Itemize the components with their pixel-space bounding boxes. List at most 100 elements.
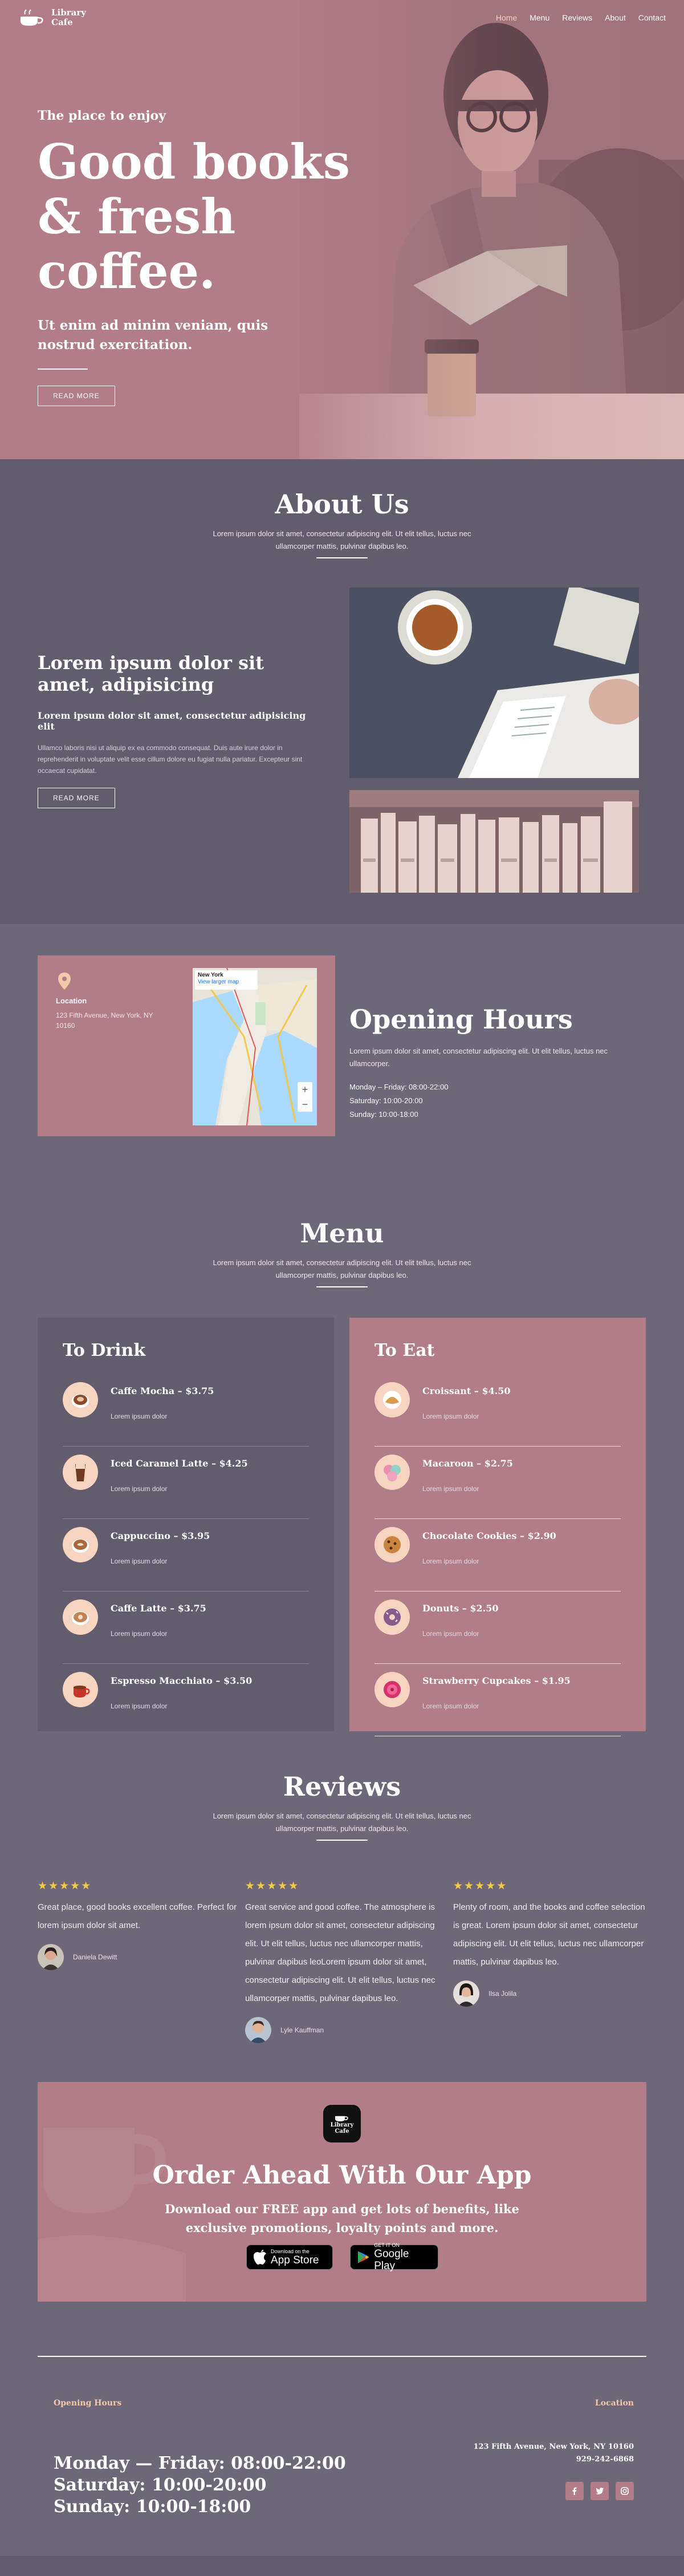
about-header: About Us Lorem ipsum dolor sit amet, con…: [0, 489, 684, 558]
zoom-out-icon[interactable]: −: [298, 1097, 312, 1112]
hero-subtitle: Ut enim ad minim veniam, quis nostrud ex…: [38, 318, 268, 353]
menu-item[interactable]: Espresso Macchiato – $3.50 Lorem ipsum do…: [63, 1664, 309, 1736]
menu-description: Lorem ipsum dolor sit amet, consectetur …: [213, 1258, 471, 1279]
review-card: ★★★★★ Plenty of room, and the books and …: [453, 1880, 653, 2007]
google-play-big: Google Play: [374, 2248, 409, 2272]
menu-item[interactable]: Croissant – $4.50 Lorem ipsum dolor: [374, 1374, 621, 1447]
reviewer-name: Ilsa Jolila: [488, 1990, 517, 1998]
about-read-more-button[interactable]: Read More: [38, 788, 115, 808]
decorative-cup-graphic: [38, 2128, 186, 2302]
item-desc: Lorem ipsum dolor: [111, 1557, 168, 1565]
hours-section: Location 123 Fifth Avenue, New York, NY …: [0, 924, 684, 1201]
reviews-title: Reviews: [283, 1771, 401, 1802]
latte-icon: [63, 1599, 98, 1635]
menu-item[interactable]: Cappuccino – $3.95 Lorem ipsum dolor: [63, 1519, 309, 1591]
nav-home[interactable]: Home: [496, 13, 517, 22]
footer: Opening Hours Monday — Friday: 08:00-22:…: [0, 2381, 684, 2556]
donut-icon: [374, 1599, 410, 1635]
google-play-button[interactable]: GET IT ON Google Play: [350, 2242, 438, 2272]
map-zoom-controls: + −: [298, 1082, 312, 1112]
footer-hours-weekday: Monday — Friday: 08:00-22:00: [54, 2453, 346, 2473]
app-title: Order Ahead With Our App: [152, 2161, 532, 2190]
reviewer: Ilsa Jolila: [453, 1980, 653, 2007]
hero-read-more-button[interactable]: Read More: [38, 386, 115, 406]
app-badge-line1: Library: [330, 2122, 354, 2128]
avatar: [38, 1944, 64, 1970]
nav-contact[interactable]: Contact: [638, 13, 666, 22]
bookshelf-photo: [349, 790, 639, 893]
food-title: To Eat: [374, 1340, 435, 1360]
facebook-icon[interactable]: [565, 2482, 584, 2500]
map-pin-icon: [58, 973, 71, 990]
reviews-description: Lorem ipsum dolor sit amet, consectetur …: [213, 1812, 471, 1833]
item-name: Caffe Latte – $3.75: [111, 1603, 206, 1614]
menu-item[interactable]: Chocolate Cookies – $2.90 Lorem ipsum dol…: [374, 1519, 621, 1591]
menu-item[interactable]: Strawberry Cupcakes – $1.95 Lorem ipsum d…: [374, 1664, 621, 1736]
app-section: Library Cafe Order Ahead With Our App Do…: [0, 2082, 684, 2381]
hero-section: Library Cafe Home Menu Reviews About Con…: [0, 0, 684, 459]
nav-menu[interactable]: Menu: [530, 13, 549, 22]
cupcake-icon: [374, 1672, 410, 1707]
hero-kicker: The place to enjoy: [38, 108, 166, 123]
nav-reviews[interactable]: Reviews: [562, 13, 592, 22]
instagram-icon[interactable]: [616, 2482, 634, 2500]
zoom-in-icon[interactable]: +: [298, 1082, 312, 1097]
hours-text-block: Opening Hours Lorem ipsum dolor sit amet…: [349, 1004, 623, 1121]
item-desc: Lorem ipsum dolor: [111, 1702, 168, 1710]
iced-latte-icon: [63, 1455, 98, 1490]
hours-saturday: Saturday: 10:00-20:00: [349, 1096, 423, 1105]
reviews-divider: [316, 1840, 368, 1841]
cappuccino-icon: [63, 1527, 98, 1562]
footer-divider: [38, 2356, 646, 2357]
about-title: About Us: [275, 489, 409, 520]
item-name: Caffe Mocha – $3.75: [111, 1386, 214, 1396]
app-store-button[interactable]: Download on the App Store: [246, 2245, 333, 2270]
app-badge-line2: Cafe: [335, 2128, 349, 2134]
brand-line2: Cafe: [51, 17, 73, 27]
footer-phone: 929-242-6868: [576, 2455, 634, 2464]
menu-item[interactable]: Iced Caramel Latte – $4.25 Lorem ipsum do…: [63, 1447, 309, 1519]
app-badge-text: Library Cafe: [331, 2122, 354, 2134]
item-desc: Lorem ipsum dolor: [422, 1412, 479, 1420]
nav-about[interactable]: About: [605, 13, 626, 22]
about-subheading: Lorem ipsum dolor sit amet, consectetur …: [38, 710, 306, 732]
menu-item[interactable]: Caffe Latte – $3.75 Lorem ipsum dolor: [63, 1591, 309, 1664]
espresso-icon: [63, 1672, 98, 1707]
avatar: [245, 2017, 271, 2043]
brand-name: Library Cafe: [51, 8, 86, 27]
menu-divider: [316, 1286, 368, 1287]
review-text: Great place, good books excellent coffee…: [38, 1902, 237, 1930]
menu-item[interactable]: Donuts – $2.50 Lorem ipsum dolor: [374, 1591, 621, 1664]
about-divider: [316, 557, 368, 558]
menu-item[interactable]: Caffe Mocha – $3.75 Lorem ipsum dolor: [63, 1374, 309, 1447]
footer-hours: Monday — Friday: 08:00-22:00 Saturday: 1…: [54, 2453, 346, 2518]
google-play-icon: [357, 2251, 369, 2263]
menu-section: Menu Lorem ipsum dolor sit amet, consect…: [0, 1201, 684, 1771]
map-place-name: New York: [198, 972, 223, 978]
review-card: ★★★★★ Great service and good coffee. The…: [245, 1880, 445, 2043]
embedded-map[interactable]: New York View larger map + −: [193, 968, 317, 1125]
macaroon-icon: [374, 1455, 410, 1490]
item-name: Chocolate Cookies – $2.90: [422, 1530, 556, 1541]
item-desc: Lorem ipsum dolor: [422, 1702, 479, 1710]
item-name: Cappuccino – $3.95: [111, 1530, 210, 1541]
menu-title: Menu: [300, 1218, 384, 1249]
star-rating-icon: ★★★★★: [245, 1880, 300, 1892]
croissant-icon: [374, 1382, 410, 1417]
google-play-text: GET IT ON Google Play: [374, 2242, 431, 2272]
twitter-icon[interactable]: [591, 2482, 609, 2500]
hours-title: Opening Hours: [349, 1004, 573, 1035]
brand-logo[interactable]: Library Cafe: [18, 8, 86, 27]
reviews-header: Reviews Lorem ipsum dolor sit amet, cons…: [0, 1771, 684, 1841]
app-subtitle: Download our FREE app and get lots of be…: [165, 2202, 519, 2235]
menu-item[interactable]: Macaroon – $2.75 Lorem ipsum dolor: [374, 1447, 621, 1519]
hours-description: Lorem ipsum dolor sit amet, consectetur …: [349, 1047, 608, 1068]
map-larger-link[interactable]: View larger map: [198, 979, 239, 985]
footer-hours-saturday: Saturday: 10:00-20:00: [54, 2475, 267, 2495]
footer-hours-sunday: Sunday: 10:00-18:00: [54, 2497, 251, 2517]
item-desc: Lorem ipsum dolor: [111, 1412, 168, 1420]
hero-title: Good books & fresh coffee.: [38, 133, 351, 299]
app-logo-badge: Library Cafe: [323, 2105, 361, 2142]
item-desc: Lorem ipsum dolor: [422, 1630, 479, 1638]
item-name: Iced Caramel Latte – $4.25: [111, 1458, 248, 1469]
